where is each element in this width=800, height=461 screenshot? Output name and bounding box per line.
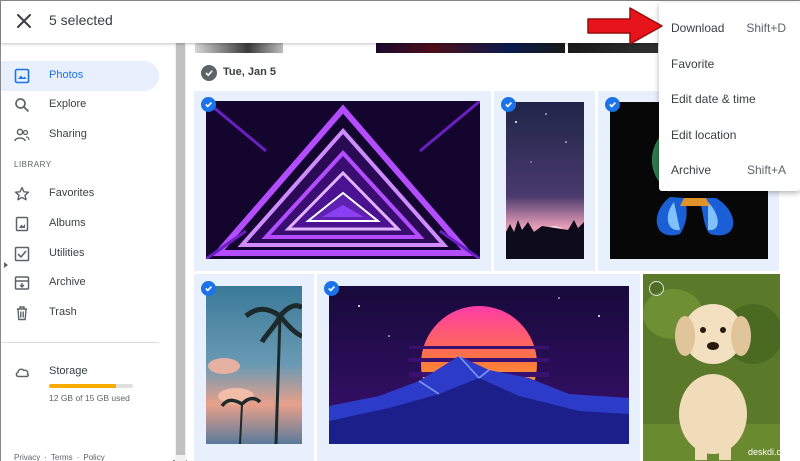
close-icon [17,14,31,28]
trash-icon [17,306,27,321]
menu-item-edit-location[interactable]: Edit location [659,114,800,148]
watermark-text: deskdi.com [748,447,794,457]
selected-checkmark[interactable] [201,97,216,112]
star-icon [14,186,30,201]
sidebar-item-utilities[interactable]: Utilities [1,239,159,269]
date-heading: Tue, Jan 5 [223,66,276,78]
photo-palm-trees [206,286,302,444]
menu-item-archive[interactable]: Archive Shift+A [659,149,800,183]
footer-links: Privacy · Terms · Policy [14,453,109,461]
selected-checkmark[interactable] [605,97,620,112]
menu-item-label: Archive [671,163,712,177]
sidebar-item-albums[interactable]: Albums [1,209,159,239]
sidebar-item-trash[interactable]: Trash [1,298,159,328]
sidebar-item-label: Favorites [49,187,95,199]
menu-item-edit-date-time[interactable]: Edit date & time [659,78,800,112]
archive-icon [14,276,30,290]
utilities-icon [14,246,30,262]
privacy-link[interactable]: Privacy [14,453,40,461]
selected-checkmark[interactable] [501,97,516,112]
sidebar-item-label: Photos [49,69,84,81]
selected-photo-cell[interactable] [317,274,640,461]
menu-item-download[interactable]: Download Shift+D [659,7,800,41]
sidebar-item-label: Trash [49,306,77,318]
menu-item-label: Edit date & time [671,92,756,106]
unselected-checkbox[interactable] [649,281,664,296]
people-icon [14,128,30,142]
check-icon [609,101,616,108]
menu-item-label: Edit location [671,128,737,142]
menu-item-shortcut: Shift+D [746,21,786,35]
footer-separator: · [44,453,47,461]
check-icon [505,101,512,108]
photo-thumbnail[interactable] [195,43,283,53]
policy-link[interactable]: Policy [83,453,104,461]
photo-puppy [643,274,780,461]
terms-link[interactable]: Terms [51,453,73,461]
check-icon [205,101,212,108]
sidebar-item-label: Albums [49,217,86,229]
red-arrow-annotation [587,7,663,45]
selected-checkmark[interactable] [324,281,339,296]
sidebar-item-explore[interactable]: Explore [1,90,159,120]
selected-photo-cell[interactable] [494,91,595,271]
more-options-menu: Download Shift+D Favorite Edit date & ti… [659,3,800,191]
photo-neon-triangle [206,101,480,259]
sidebar-item-label: Explore [49,98,87,110]
selected-checkmark[interactable] [201,281,216,296]
sidebar-item-sharing[interactable]: Sharing [1,120,159,150]
storage-used-text: 12 GB of 15 GB used [49,393,130,403]
photo-night-landscape [506,102,584,259]
storage-progress-fill [49,384,117,388]
search-icon [15,98,30,113]
storage-progress-bar [49,384,133,388]
sidebar-item-favorites[interactable]: Favorites [1,179,159,209]
sidebar-item-label: Utilities [49,247,85,259]
check-icon [205,70,213,77]
scrollbar-thumb[interactable] [176,43,185,455]
cloud-icon [15,368,29,378]
footer-separator: · [76,453,80,461]
photo-thumbnail[interactable] [643,274,780,461]
sidebar: Photos Explore Sharing LIBRARY Favorites… [1,43,173,461]
select-date-checkbox[interactable] [201,65,217,81]
album-icon [15,216,29,232]
check-icon [328,285,335,292]
close-selection-button[interactable] [13,10,35,32]
sidebar-item-photos[interactable]: Photos [1,61,159,91]
menu-item-label: Download [671,21,725,35]
selected-photo-cell[interactable] [194,91,491,271]
photo-synthwave-sunset [329,286,629,444]
menu-item-label: Favorite [671,57,715,71]
sidebar-item-label: Archive [49,276,86,288]
sidebar-divider [1,342,159,343]
selected-count: 5 selected [49,12,113,28]
selected-photo-cell[interactable] [194,274,314,461]
menu-item-shortcut: Shift+A [746,163,786,177]
check-icon [205,285,212,292]
sidebar-item-label: Sharing [49,128,87,140]
storage-label[interactable]: Storage [49,365,88,377]
sidebar-item-archive[interactable]: Archive [1,268,159,298]
photo-icon [14,68,30,84]
menu-item-favorite[interactable]: Favorite [659,43,800,77]
sidebar-scrollbar[interactable] [175,43,186,461]
library-section-label: LIBRARY [14,160,52,169]
photo-thumbnail[interactable] [376,43,565,53]
